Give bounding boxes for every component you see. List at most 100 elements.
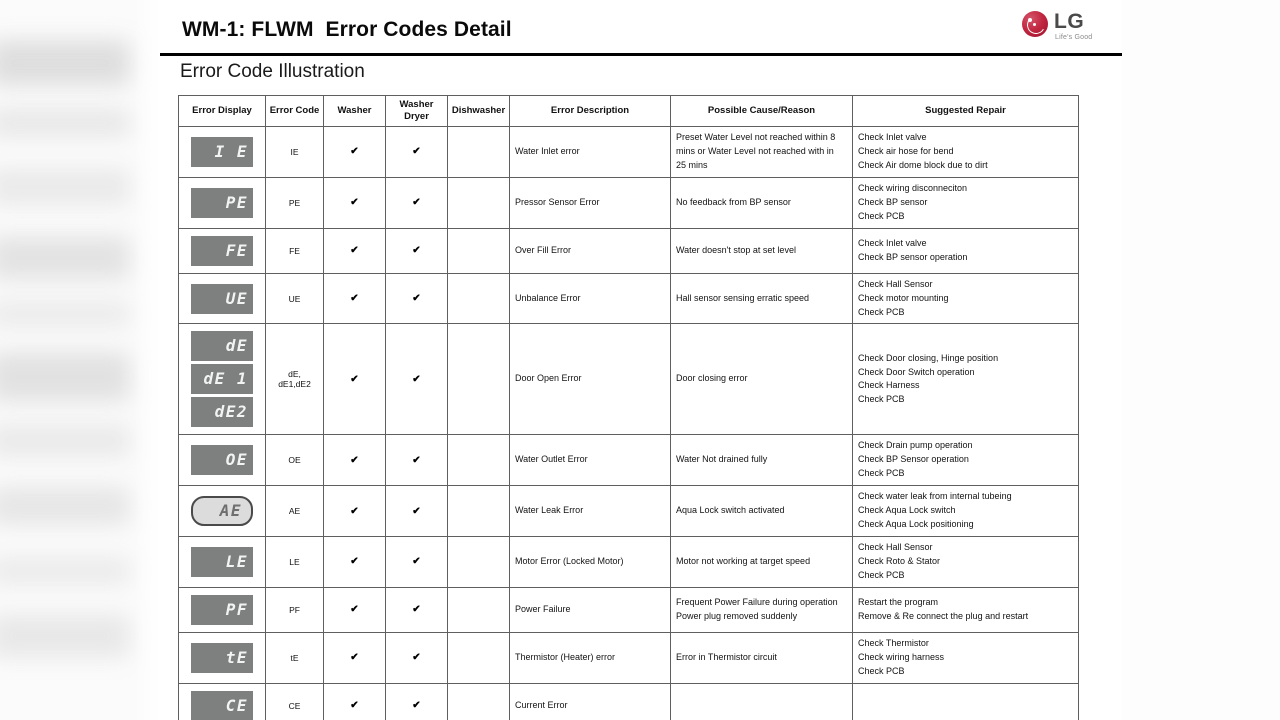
cell-dishwasher bbox=[447, 434, 510, 487]
text-line: Check wiring harness bbox=[858, 651, 945, 662]
table-row: LE LE ✔ ✔ Motor Error (Locked Motor) Motor no… bbox=[178, 536, 1079, 588]
text-line: Check Aqua Lock switch bbox=[858, 505, 956, 516]
text-line: Check Thermistor bbox=[858, 637, 929, 648]
column-header-dishwasher: Dishwasher bbox=[447, 95, 510, 127]
text-line: Check Air dome block due to dirt bbox=[858, 159, 988, 170]
cell-washer: ✔ bbox=[323, 176, 386, 229]
text-line: Door closing error bbox=[676, 373, 748, 384]
cell-error-display: LE bbox=[178, 536, 266, 588]
cell-dishwasher bbox=[447, 323, 510, 436]
cell-error-display: I E bbox=[178, 126, 266, 178]
text-line: Check BP sensor bbox=[858, 196, 928, 207]
cell-possible-cause: Water doesn't stop at set level bbox=[670, 227, 853, 274]
error-display-text: I E bbox=[214, 141, 248, 161]
cell-possible-cause bbox=[670, 682, 853, 720]
error-display-panel: OE bbox=[191, 445, 253, 476]
error-display-text: OE bbox=[225, 450, 248, 470]
cell-error-description: Pressor Sensor Error bbox=[509, 176, 671, 229]
text-line: Error in Thermistor circuit bbox=[676, 651, 777, 662]
cell-error-code: dE, dE1,dE2 bbox=[265, 323, 324, 436]
text-line: mins or Water Level not reached with in bbox=[676, 145, 834, 156]
cell-error-description: Door Open Error bbox=[509, 323, 671, 436]
cell-error-description: Water Leak Error bbox=[509, 485, 671, 538]
table-row: OE OE ✔ ✔ Water Outlet Error Water Not draine… bbox=[178, 434, 1079, 487]
error-display-panel: FE bbox=[191, 235, 253, 266]
cell-error-code: AE bbox=[265, 485, 324, 538]
slide-content: WM-1: FLWM Error Codes Detail LG Life's … bbox=[160, 0, 1122, 720]
text-line: Check PCB bbox=[858, 569, 905, 580]
error-display-panel: LE bbox=[191, 546, 253, 577]
cell-dishwasher bbox=[447, 227, 510, 274]
cell-error-display: OE bbox=[178, 434, 266, 487]
table-row: FE FE ✔ ✔ Over Fill Error Water doesn't stop … bbox=[178, 227, 1079, 274]
text-line: Check PCB bbox=[858, 665, 905, 676]
cell-washer-dryer: ✔ bbox=[385, 126, 448, 178]
text-line: Check wiring disconneciton bbox=[858, 182, 968, 193]
cell-error-description: Power Failure bbox=[509, 586, 671, 633]
error-display-panel: PF bbox=[191, 594, 253, 625]
cell-error-code: LE bbox=[265, 536, 324, 588]
text-line: Motor not working at target speed bbox=[676, 556, 811, 566]
cell-error-code: CE bbox=[265, 682, 324, 720]
cell-possible-cause: Door closing error bbox=[670, 323, 853, 436]
cell-possible-cause: Motor not working at target speed bbox=[670, 536, 853, 588]
text-line: Check PCB bbox=[858, 210, 905, 221]
text-line: Check Drain pump operation bbox=[858, 440, 973, 451]
lg-wordmark: LG bbox=[1054, 10, 1085, 33]
text-line: Check motor mounting bbox=[858, 292, 949, 303]
error-display-text: tE bbox=[225, 647, 248, 667]
error-display-text: dE2 bbox=[214, 402, 248, 422]
error-display-panel: I E bbox=[191, 136, 253, 167]
cell-error-description: Motor Error (Locked Motor) bbox=[509, 536, 671, 588]
lg-tagline: Life's Good bbox=[1055, 34, 1093, 41]
text-line: Water Not drained fully bbox=[676, 454, 768, 465]
column-header-washer-dryer: Washer Dryer bbox=[385, 95, 448, 127]
error-display-panel: UE bbox=[191, 283, 253, 314]
cell-possible-cause: Water Not drained fully bbox=[670, 434, 853, 487]
error-display-text: PE bbox=[225, 192, 248, 212]
text-line: Check BP sensor operation bbox=[858, 251, 968, 262]
cell-possible-cause: No feedback from BP sensor bbox=[670, 176, 853, 229]
column-header-suggested-repair: Suggested Repair bbox=[852, 95, 1079, 127]
cell-washer-dryer: ✔ bbox=[385, 536, 448, 588]
cell-error-description: Water Outlet Error bbox=[509, 434, 671, 487]
text-line: Hall sensor sensing erratic speed bbox=[676, 292, 810, 303]
cell-error-description: Thermistor (Heater) error bbox=[509, 631, 671, 684]
cell-error-code: OE bbox=[265, 434, 324, 487]
cell-washer: ✔ bbox=[323, 227, 386, 274]
cell-error-description: Water Inlet error bbox=[509, 126, 671, 178]
text-line: Check BP Sensor operation bbox=[858, 454, 969, 465]
cell-washer-dryer: ✔ bbox=[385, 323, 448, 436]
text-line: Check Door closing, Hinge position bbox=[858, 352, 999, 363]
text-line: Aqua Lock switch activated bbox=[676, 505, 785, 516]
column-header-error-code: Error Code bbox=[265, 95, 324, 127]
error-display-text: FE bbox=[225, 240, 248, 260]
cell-suggested-repair: Check Thermistor Check wiring harness Chec… bbox=[852, 631, 1079, 684]
cell-error-display: AE bbox=[178, 485, 266, 538]
text-line: Check PCB bbox=[858, 468, 905, 479]
table-header-row: Error Display Error Code Washer Washer D… bbox=[178, 95, 1079, 127]
cell-suggested-repair: Check wiring disconneciton Check BP senso… bbox=[852, 176, 1079, 229]
cell-washer: ✔ bbox=[323, 126, 386, 178]
cell-error-code: PF bbox=[265, 586, 324, 633]
cell-washer: ✔ bbox=[323, 434, 386, 487]
cell-suggested-repair: Restart the program Remove & Re connect t… bbox=[852, 586, 1079, 633]
error-display-text: AE bbox=[219, 501, 242, 521]
cell-error-code: IE bbox=[265, 126, 324, 178]
cell-possible-cause: Error in Thermistor circuit bbox=[670, 631, 853, 684]
cell-error-display: PF bbox=[178, 586, 266, 633]
cell-washer: ✔ bbox=[323, 323, 386, 436]
error-display-text: LE bbox=[225, 551, 248, 571]
error-codes-table: Error Display Error Code Washer Washer D… bbox=[178, 95, 1079, 720]
text-line: Check Hall Sensor bbox=[858, 542, 933, 553]
error-display-text: CE bbox=[225, 695, 248, 715]
error-display-text: PF bbox=[225, 599, 248, 619]
cell-washer: ✔ bbox=[323, 586, 386, 633]
error-display-text: UE bbox=[225, 288, 248, 308]
cell-error-code: UE bbox=[265, 272, 324, 325]
slide-header: WM-1: FLWM Error Codes Detail LG Life's … bbox=[160, 0, 1122, 56]
text-line: Check PCB bbox=[858, 394, 905, 405]
cell-suggested-repair: Check Drain pump operation Check BP Senso… bbox=[852, 434, 1079, 487]
cell-error-code: tE bbox=[265, 631, 324, 684]
table-row: AE AE ✔ ✔ Water Leak Error Aqua Lock switch a… bbox=[178, 485, 1079, 538]
